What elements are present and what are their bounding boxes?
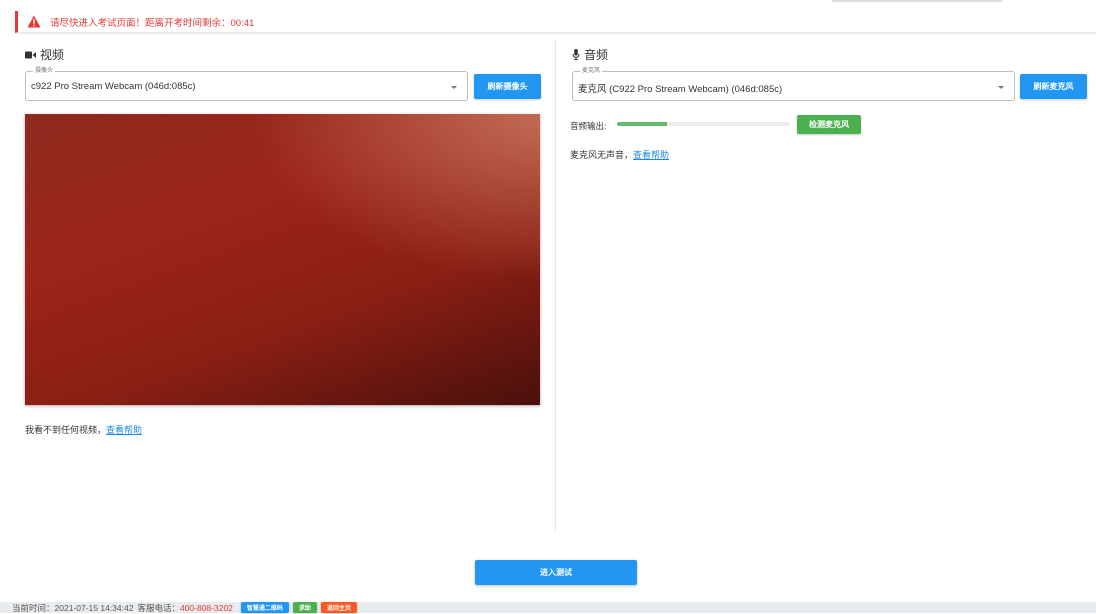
warning-icon	[27, 15, 41, 28]
refresh-microphone-button[interactable]: 刷新麦克风	[1020, 74, 1087, 99]
video-camera-icon	[25, 51, 36, 58]
home-button[interactable]: 返回主页	[320, 602, 357, 613]
microphone-icon	[572, 49, 580, 60]
microphone-select[interactable]: 麦克风 麦克风 (C922 Pro Stream Webcam) (046d:0…	[572, 67, 1015, 101]
alert-text: 请尽快进入考试页面！距离开考时间剩余：00:41	[50, 17, 255, 29]
audio-output-label: 音频输出:	[570, 121, 607, 131]
audio-help-link[interactable]: 查看帮助	[633, 150, 669, 160]
test-microphone-button[interactable]: 检测麦克风	[797, 115, 861, 134]
service-phone: 400-808-3202	[179, 602, 233, 613]
audio-title-label: 音频	[584, 48, 609, 62]
enter-test-button[interactable]: 进入测试	[475, 560, 637, 585]
qr-code-button[interactable]: 智慧通二维码	[240, 602, 289, 613]
refresh-camera-button[interactable]: 刷新摄像头	[474, 74, 541, 99]
video-title-label: 视频	[40, 48, 65, 62]
chevron-down-icon	[998, 86, 1004, 89]
audio-level-fill	[617, 122, 668, 126]
countdown-alert: 请尽快进入考试页面！距离开考时间剩余：00:41	[15, 11, 1096, 33]
video-help-link[interactable]: 查看帮助	[106, 425, 142, 435]
audio-help: 麦克风无声音，查看帮助	[570, 148, 669, 161]
camera-preview	[25, 114, 540, 405]
service-label: 客服电话：	[137, 602, 180, 613]
footer-bar: 当前时间： 2021-07-15 14:34:42 客服电话： 400-808-…	[0, 602, 1096, 613]
video-section-title: 视频	[25, 46, 64, 63]
help-button[interactable]: 求助	[292, 602, 317, 613]
current-time: 2021-07-15 14:34:42	[54, 602, 134, 613]
video-help: 我看不到任何视频，查看帮助	[25, 423, 142, 436]
audio-level-meter	[617, 122, 790, 126]
chevron-down-icon	[451, 86, 457, 89]
audio-section-title: 音频	[572, 46, 608, 63]
time-label: 当前时间：	[12, 602, 55, 613]
video-help-text: 我看不到任何视频，	[25, 425, 107, 435]
column-divider	[555, 40, 556, 532]
camera-field-label: 摄像头	[33, 67, 56, 75]
camera-select[interactable]: 摄像头 c922 Pro Stream Webcam (046d:085c)	[25, 67, 468, 101]
audio-help-text: 麦克风无声音，	[570, 150, 634, 160]
top-divider	[832, 0, 1002, 2]
microphone-field-label: 麦克风	[580, 67, 603, 75]
microphone-selected-value: 麦克风 (C922 Pro Stream Webcam) (046d:085c)	[578, 84, 783, 95]
camera-selected-value: c922 Pro Stream Webcam (046d:085c)	[31, 81, 196, 92]
